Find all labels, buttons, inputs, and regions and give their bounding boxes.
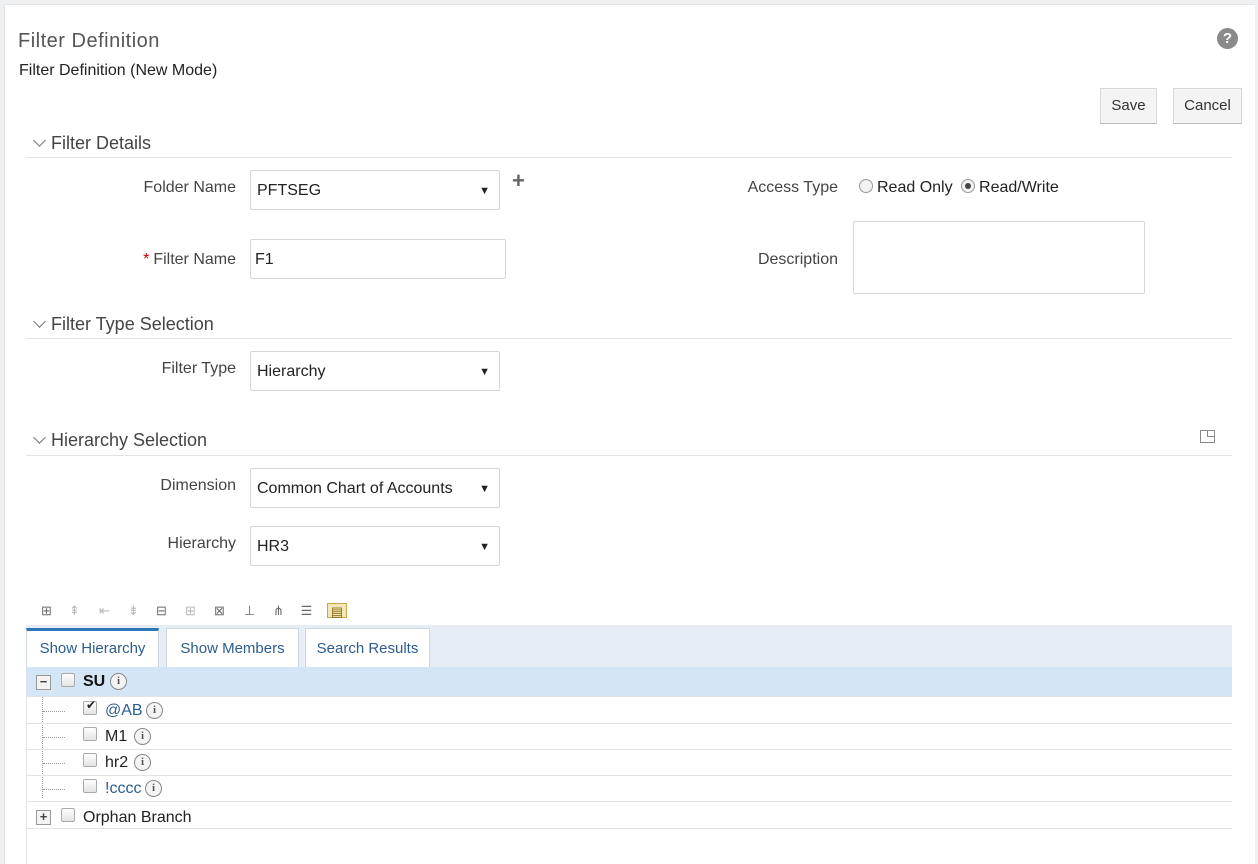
section-title: Hierarchy Selection	[51, 430, 208, 450]
section-title: Filter Type Selection	[51, 314, 214, 334]
filter-name-input[interactable]: F1	[250, 239, 506, 279]
access-type-radio-group: Read Only Read/Write	[859, 178, 1059, 197]
collapse-node-icon[interactable]: −	[36, 675, 51, 690]
chevron-down-icon	[33, 315, 46, 328]
tree-row-root[interactable]: − SU i	[26, 667, 1232, 697]
info-icon[interactable]: i	[110, 673, 127, 690]
tree-structure-icon[interactable]: ⋔	[270, 603, 287, 618]
tree-checkbox[interactable]	[83, 753, 97, 767]
description-textarea[interactable]	[853, 221, 1145, 294]
tree-node-label[interactable]: @AB	[105, 702, 143, 720]
radio-read-only[interactable]: Read Only	[859, 179, 953, 196]
radio-icon	[859, 179, 873, 193]
folder-name-label: Folder Name	[143, 179, 236, 196]
tree-row-orphan[interactable]: + Orphan Branch	[26, 802, 1232, 829]
tree-node-label[interactable]: hr2	[105, 754, 128, 772]
radio-label: Read Only	[877, 179, 953, 196]
filter-name-label: * Filter Name	[56, 251, 236, 269]
dropdown-arrow-icon: ▼	[479, 185, 490, 197]
move-up-icon[interactable]: ⇞	[66, 603, 83, 618]
dimension-select[interactable]: Common Chart of Accounts ▼	[250, 468, 500, 508]
dropdown-arrow-icon: ▼	[479, 541, 490, 553]
dropdown-arrow-icon: ▼	[479, 483, 490, 495]
tree-checkbox-checked[interactable]: ✔	[83, 698, 97, 715]
hierarchy-value: HR3	[257, 538, 290, 555]
chevron-down-icon	[33, 431, 46, 444]
expand-node-icon[interactable]: +	[36, 810, 51, 825]
save-button[interactable]: Save	[1100, 88, 1157, 124]
tree-checkbox[interactable]	[83, 727, 97, 741]
info-icon[interactable]: i	[134, 728, 151, 745]
radio-selected-icon	[961, 179, 976, 193]
tree-node-label[interactable]: !cccc	[105, 780, 141, 798]
folder-name-value: PFTSEG	[257, 182, 322, 199]
tab-show-members[interactable]: Show Members	[166, 628, 299, 667]
move-left-icon[interactable]: ⇤	[96, 603, 113, 618]
page-subtitle: Filter Definition (New Mode)	[19, 62, 218, 79]
info-icon[interactable]: i	[146, 702, 163, 719]
tree-row[interactable]: ✔ @AB i	[26, 697, 1232, 724]
tree-checkbox[interactable]	[61, 673, 75, 687]
tree-node-label[interactable]: SU	[83, 673, 105, 691]
tree-row[interactable]: M1 i	[26, 723, 1232, 750]
expand-all-icon[interactable]: ⊞	[182, 603, 199, 618]
add-folder-icon[interactable]: +	[512, 168, 525, 194]
filter-type-select[interactable]: Hierarchy ▼	[250, 351, 500, 391]
divider	[26, 455, 1232, 456]
tab-show-hierarchy[interactable]: Show Hierarchy	[26, 628, 159, 667]
tree-checkbox[interactable]	[61, 808, 75, 822]
page-title: Filter Definition	[18, 30, 160, 52]
radio-read-write[interactable]: Read/Write	[961, 179, 1059, 196]
help-icon[interactable]: ?	[1217, 28, 1238, 49]
cancel-button[interactable]: Cancel	[1173, 88, 1242, 124]
hierarchy-level-icon[interactable]: ⊥	[241, 603, 258, 618]
hierarchy-select[interactable]: HR3 ▼	[250, 526, 500, 566]
tree-node-label[interactable]: M1	[105, 728, 127, 746]
filter-type-value: Hierarchy	[257, 363, 326, 380]
tree-connector	[43, 737, 65, 738]
collapse-all-icon[interactable]: ⊟	[153, 603, 170, 618]
tree-connector	[43, 789, 65, 790]
list-details-icon[interactable]: ☰	[298, 603, 315, 618]
dimension-value: Common Chart of Accounts	[257, 480, 453, 497]
expand-branch-icon[interactable]: ⊠	[211, 603, 228, 618]
filter-type-label: Filter Type	[161, 360, 236, 377]
section-title: Filter Details	[51, 133, 152, 153]
tree-row[interactable]: !cccc i	[26, 775, 1232, 802]
tab-search-results[interactable]: Search Results	[305, 628, 430, 667]
tree-row[interactable]: hr2 i	[26, 749, 1232, 776]
tree-connector	[43, 711, 65, 712]
divider	[26, 157, 1232, 158]
dropdown-arrow-icon: ▼	[479, 366, 490, 378]
access-type-label: Access Type	[747, 179, 838, 196]
description-label: Description	[757, 251, 838, 268]
dimension-label: Dimension	[160, 477, 236, 494]
section-filter-type[interactable]: Filter Type Selection	[33, 314, 214, 335]
hierarchy-label: Hierarchy	[167, 535, 236, 552]
filter-name-label-text: Filter Name	[153, 251, 236, 268]
search-tree-icon[interactable]: ⊞	[38, 603, 55, 618]
member-properties-icon[interactable]: ▤	[327, 603, 347, 619]
tree-checkbox[interactable]	[83, 779, 97, 793]
filter-definition-page: Filter Definition Filter Definition (New…	[4, 4, 1255, 864]
tree-connector	[43, 763, 65, 764]
radio-label: Read/Write	[979, 179, 1059, 196]
tree-node-label[interactable]: Orphan Branch	[83, 809, 192, 827]
section-hierarchy-selection[interactable]: Hierarchy Selection	[33, 430, 208, 451]
chevron-down-icon	[33, 134, 46, 147]
folder-name-select[interactable]: PFTSEG ▼	[250, 170, 500, 210]
expand-window-icon[interactable]	[1200, 430, 1215, 443]
required-marker: *	[143, 251, 150, 268]
info-icon[interactable]: i	[145, 780, 162, 797]
divider	[26, 338, 1232, 339]
info-icon[interactable]: i	[134, 754, 151, 771]
move-down-icon[interactable]: ⇟	[125, 603, 142, 618]
section-filter-details[interactable]: Filter Details	[33, 133, 152, 154]
